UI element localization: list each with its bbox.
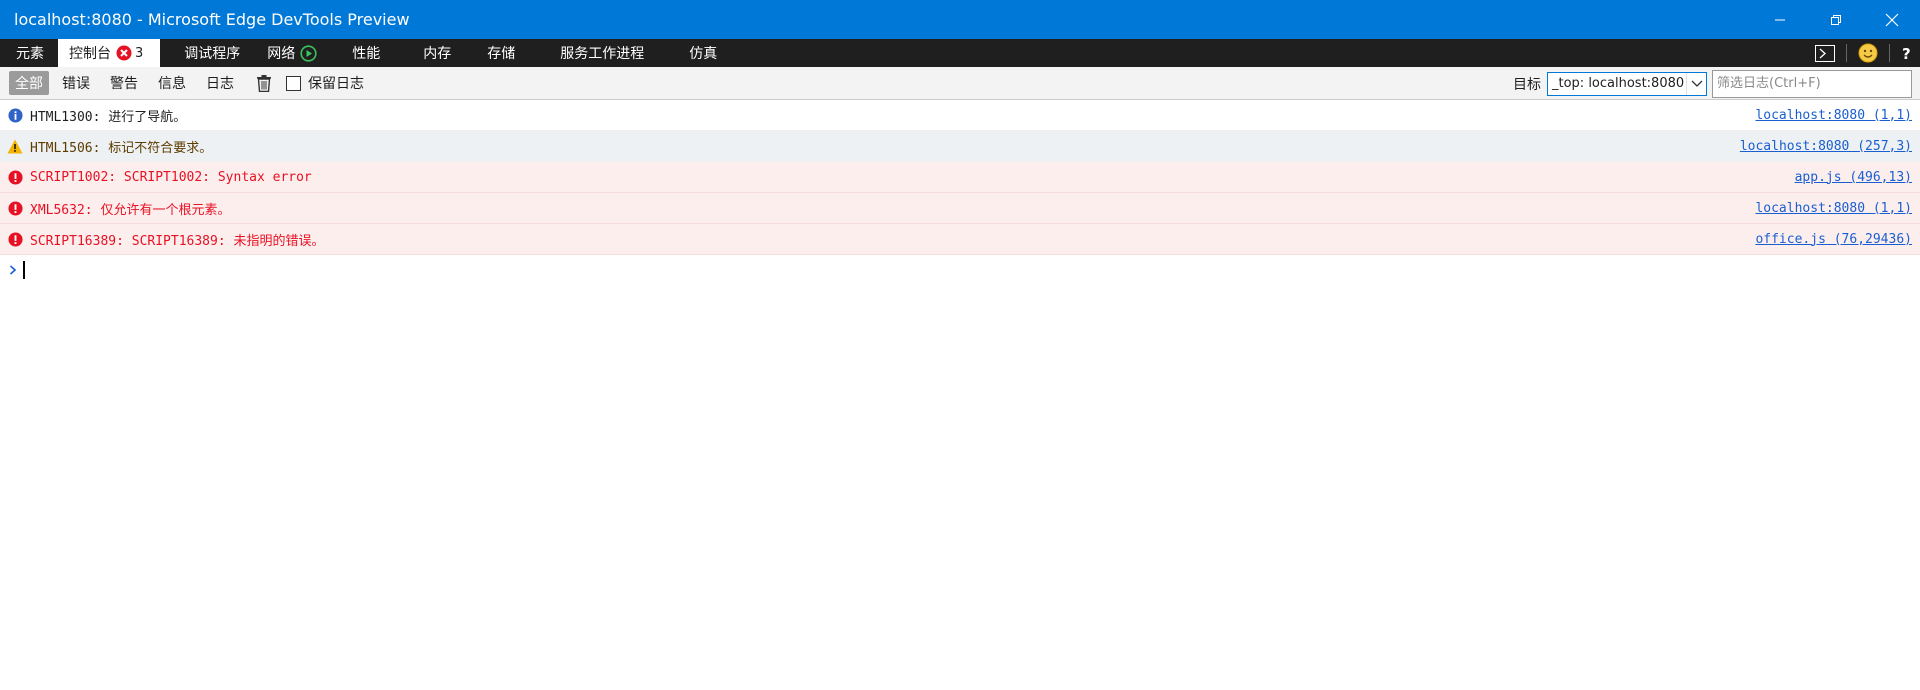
message-source-link[interactable]: office.js (76,29436) <box>1755 232 1912 247</box>
message-text: HTML1300: 进行了导航。 <box>30 109 187 125</box>
preserve-log-label: 保留日志 <box>308 76 364 92</box>
error-icon <box>7 200 23 216</box>
console-message: SCRIPT16389: SCRIPT16389: 未指明的错误。 office… <box>0 224 1920 255</box>
tool-tab-bar: 元素 控制台 3 调试程序 网络 性能 内存 存储 服务工作进程 仿真 ? <box>0 39 1920 67</box>
tab-memory[interactable]: 内存 <box>397 39 468 67</box>
tabbar-actions: ? <box>1808 39 1920 67</box>
message-text: SCRIPT1002: SCRIPT1002: Syntax error <box>30 169 312 185</box>
tab-label: 存储 <box>487 46 516 62</box>
close-icon <box>1885 13 1899 26</box>
tab-label: 服务工作进程 <box>560 46 645 62</box>
error-icon <box>116 45 132 61</box>
filter-all-button[interactable]: 全部 <box>9 71 49 95</box>
tab-label: 控制台 <box>69 46 111 62</box>
feedback-button[interactable] <box>1851 39 1885 67</box>
target-select[interactable]: _top: localhost:8080 <box>1547 71 1707 96</box>
info-icon <box>7 107 23 123</box>
window-controls <box>1752 0 1920 39</box>
text-cursor <box>23 261 25 279</box>
tab-label: 调试程序 <box>184 46 241 62</box>
tab-storage[interactable]: 存储 <box>468 39 532 67</box>
tab-label: 元素 <box>16 46 44 62</box>
divider <box>1846 44 1847 62</box>
error-count-badge: 3 <box>116 45 143 61</box>
svg-text:?: ? <box>1902 45 1911 61</box>
target-label: 目标 <box>1513 76 1541 93</box>
restore-icon <box>1831 14 1841 25</box>
filter-logs-button[interactable]: 日志 <box>200 71 240 95</box>
smiley-icon <box>1858 43 1878 63</box>
close-button[interactable] <box>1864 0 1920 39</box>
clear-console-button[interactable] <box>254 73 274 93</box>
console-output: HTML1300: 进行了导航。 localhost:8080 (1,1) HT… <box>0 100 1920 285</box>
filter-log-input[interactable] <box>1712 69 1912 98</box>
trash-icon <box>257 74 271 92</box>
error-icon <box>7 231 23 247</box>
toolbar-right: 目标 _top: localhost:8080 <box>1513 67 1912 100</box>
filter-info-button[interactable]: 信息 <box>152 71 192 95</box>
message-source-link[interactable]: localhost:8080 (1,1) <box>1755 108 1912 123</box>
message-text: HTML1506: 标记不符合要求。 <box>30 140 213 156</box>
error-count: 3 <box>135 45 144 61</box>
console-toggle-button[interactable] <box>1808 39 1842 67</box>
target-value: _top: localhost:8080 <box>1552 76 1685 91</box>
help-button[interactable]: ? <box>1894 39 1920 67</box>
tab-label: 内存 <box>423 46 452 62</box>
preserve-log-checkbox[interactable] <box>286 75 301 91</box>
message-text: XML5632: 仅允许有一个根元素。 <box>30 202 231 218</box>
help-icon: ? <box>1902 45 1911 61</box>
tab-elements[interactable]: 元素 <box>0 39 58 67</box>
message-source-link[interactable]: localhost:8080 (257,3) <box>1740 139 1912 154</box>
recording-play-icon <box>300 44 317 62</box>
console-toolbar: 全部 错误 警告 信息 日志 保留日志 目标 _top: localhost:8… <box>0 67 1920 100</box>
title-bar: localhost:8080 - Microsoft Edge DevTools… <box>0 0 1920 39</box>
warning-icon <box>7 138 23 154</box>
tab-label: 性能 <box>352 46 381 62</box>
chevron-right-icon <box>9 265 19 275</box>
console-message: HTML1300: 进行了导航。 localhost:8080 (1,1) <box>0 100 1920 131</box>
console-message: SCRIPT1002: SCRIPT1002: Syntax error app… <box>0 162 1920 193</box>
tab-emulation[interactable]: 仿真 <box>661 39 734 67</box>
filter-warnings-button[interactable]: 警告 <box>104 71 144 95</box>
preserve-log-toggle[interactable]: 保留日志 <box>286 73 364 93</box>
console-message: XML5632: 仅允许有一个根元素。 localhost:8080 (1,1) <box>0 193 1920 224</box>
tab-label: 仿真 <box>689 46 718 62</box>
minimize-icon <box>1775 19 1785 20</box>
console-message: HTML1506: 标记不符合要求。 localhost:8080 (257,3… <box>0 131 1920 162</box>
console-input[interactable] <box>0 255 1920 285</box>
message-text: SCRIPT16389: SCRIPT16389: 未指明的错误。 <box>30 233 325 249</box>
restore-button[interactable] <box>1808 0 1864 39</box>
error-icon <box>7 169 23 185</box>
tab-service-workers[interactable]: 服务工作进程 <box>532 39 661 67</box>
divider <box>1889 44 1890 62</box>
message-source-link[interactable]: localhost:8080 (1,1) <box>1755 201 1912 216</box>
console-icon <box>1815 44 1835 62</box>
chevron-down-icon <box>1686 72 1706 95</box>
message-source-link[interactable]: app.js (496,13) <box>1795 170 1912 185</box>
filter-errors-button[interactable]: 错误 <box>56 71 96 95</box>
tab-debugger[interactable]: 调试程序 <box>160 39 257 67</box>
minimize-button[interactable] <box>1752 0 1808 39</box>
window-title: localhost:8080 - Microsoft Edge DevTools… <box>14 10 410 29</box>
tab-label: 网络 <box>267 46 296 62</box>
tab-network[interactable]: 网络 <box>257 39 334 67</box>
tab-performance[interactable]: 性能 <box>334 39 397 67</box>
tab-console[interactable]: 控制台 3 <box>58 39 161 67</box>
